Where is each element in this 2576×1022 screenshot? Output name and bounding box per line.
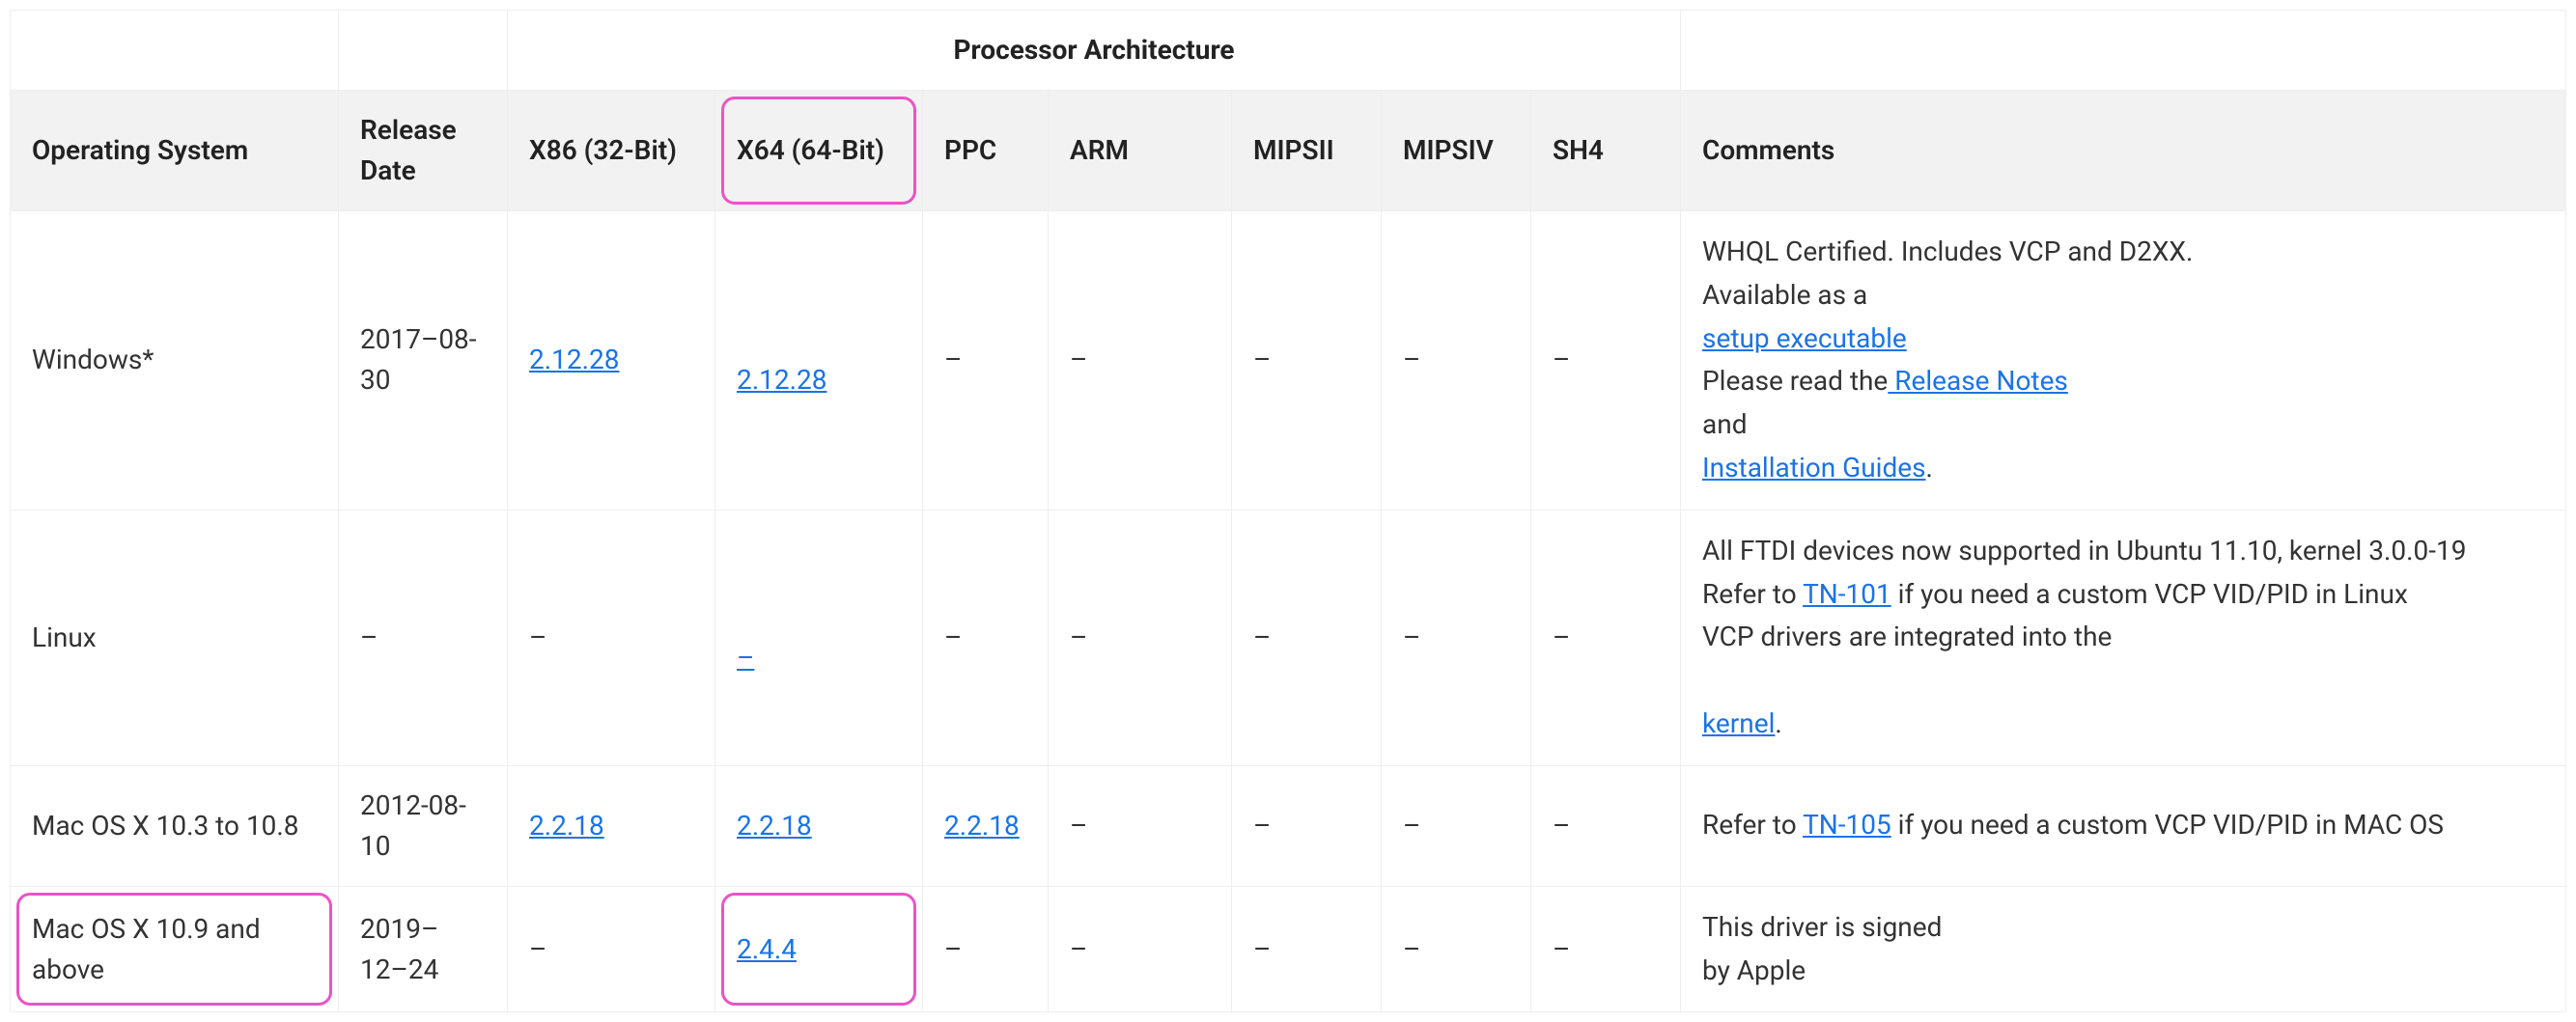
- comment-text: if you need a custom VCP VID/PID in Linu…: [1891, 578, 2408, 610]
- header-os: Operating System: [11, 91, 339, 211]
- cell-ppc: –: [923, 211, 1049, 511]
- download-link[interactable]: 2.12.28: [737, 364, 826, 396]
- header-arch-title: Processor Architecture: [508, 11, 1681, 91]
- header-x86: X86 (32-Bit): [508, 91, 715, 211]
- driver-table: Processor Architecture Operating System …: [10, 10, 2566, 1012]
- header-x64: X64 (64-Bit): [715, 91, 923, 211]
- cell-x64: 2.2.18: [715, 765, 923, 886]
- release-notes-link[interactable]: Release Notes: [1888, 365, 2068, 397]
- download-link[interactable]: 2.2.18: [529, 810, 604, 842]
- table-row: Mac OS X 10.3 to 10.8 2012-08-10 2.2.18 …: [11, 765, 2566, 886]
- cell-os: Mac OS X 10.3 to 10.8: [11, 765, 339, 886]
- kernel-link[interactable]: kernel: [1702, 707, 1775, 739]
- header-arm: ARM: [1049, 91, 1232, 211]
- download-link[interactable]: –: [737, 642, 754, 674]
- tn-101-link[interactable]: TN-101: [1803, 578, 1891, 610]
- header-blank-comments: [1681, 11, 2566, 91]
- cell-mipsiv: –: [1382, 510, 1531, 765]
- tn-105-link[interactable]: TN-105: [1803, 809, 1891, 841]
- cell-ppc: 2.2.18: [923, 765, 1049, 886]
- setup-executable-link[interactable]: setup executable: [1702, 322, 1907, 354]
- table-row: Linux – – – – – – – – All FTDI devices n…: [11, 510, 2566, 765]
- table-row: Windows* 2017–08-30 2.12.28 2.12.28 – – …: [11, 211, 2566, 511]
- cell-date: 2017–08-30: [339, 211, 508, 511]
- comment-text: by Apple: [1702, 954, 1806, 986]
- cell-x64: 2.12.28: [715, 211, 923, 511]
- cell-comments: WHQL Certified. Includes VCP and D2XX. A…: [1681, 211, 2566, 511]
- header-comments: Comments: [1681, 91, 2566, 211]
- cell-arm: –: [1049, 765, 1232, 886]
- comment-text: .: [1775, 707, 1781, 739]
- comment-text: All FTDI devices now supported in Ubuntu…: [1702, 535, 2466, 566]
- header-mipsii: MIPSII: [1232, 91, 1382, 211]
- cell-comments: All FTDI devices now supported in Ubuntu…: [1681, 510, 2566, 765]
- header-ppc: PPC: [923, 91, 1049, 211]
- header-sh4: SH4: [1531, 91, 1681, 211]
- cell-date: –: [339, 510, 508, 765]
- cell-mipsiv: –: [1382, 765, 1531, 886]
- cell-mipsii: –: [1232, 211, 1382, 511]
- cell-sh4: –: [1531, 211, 1681, 511]
- header-release-date: Release Date: [339, 91, 508, 211]
- comment-text: Refer to: [1702, 578, 1803, 610]
- comment-text: .: [1926, 452, 1933, 483]
- header-blank-os: [11, 11, 339, 91]
- cell-arm: –: [1049, 510, 1232, 765]
- cell-mipsii: –: [1232, 765, 1382, 886]
- cell-os: Windows*: [11, 211, 339, 511]
- comment-text: if you need a custom VCP VID/PID in MAC …: [1891, 809, 2444, 841]
- cell-sh4: –: [1531, 510, 1681, 765]
- cell-x86: –: [508, 510, 715, 765]
- comment-text: Refer to: [1702, 809, 1803, 841]
- header-blank-date: [339, 11, 508, 91]
- header-mipsiv: MIPSIV: [1382, 91, 1531, 211]
- comment-text: Please read the: [1702, 365, 1888, 397]
- cell-ppc: –: [923, 510, 1049, 765]
- cell-x86: 2.12.28: [508, 211, 715, 511]
- cell-mipsiv: –: [1382, 211, 1531, 511]
- comment-text: WHQL Certified. Includes VCP and D2XX.: [1702, 235, 2193, 267]
- cell-mipsii: –: [1232, 510, 1382, 765]
- cell-os: Linux: [11, 510, 339, 765]
- cell-date: 2012-08-10: [339, 765, 508, 886]
- comment-text: This driver is signed: [1702, 911, 1942, 943]
- cell-x86: 2.2.18: [508, 765, 715, 886]
- download-link[interactable]: 2.4.4: [737, 933, 797, 965]
- download-link[interactable]: 2.12.28: [529, 344, 619, 375]
- download-link[interactable]: 2.2.18: [944, 810, 1020, 842]
- comment-text: VCP drivers are integrated into the: [1702, 621, 2112, 652]
- comment-text: and: [1702, 408, 1747, 440]
- cell-comments: Refer to TN-105 if you need a custom VCP…: [1681, 765, 2566, 886]
- download-link[interactable]: 2.2.18: [737, 810, 812, 842]
- cell-sh4: –: [1531, 765, 1681, 886]
- installation-guides-link[interactable]: Installation Guides: [1702, 452, 1926, 483]
- cell-arm: –: [1049, 211, 1232, 511]
- comment-text: Available as a: [1702, 279, 1867, 311]
- cell-x64: –: [715, 510, 923, 765]
